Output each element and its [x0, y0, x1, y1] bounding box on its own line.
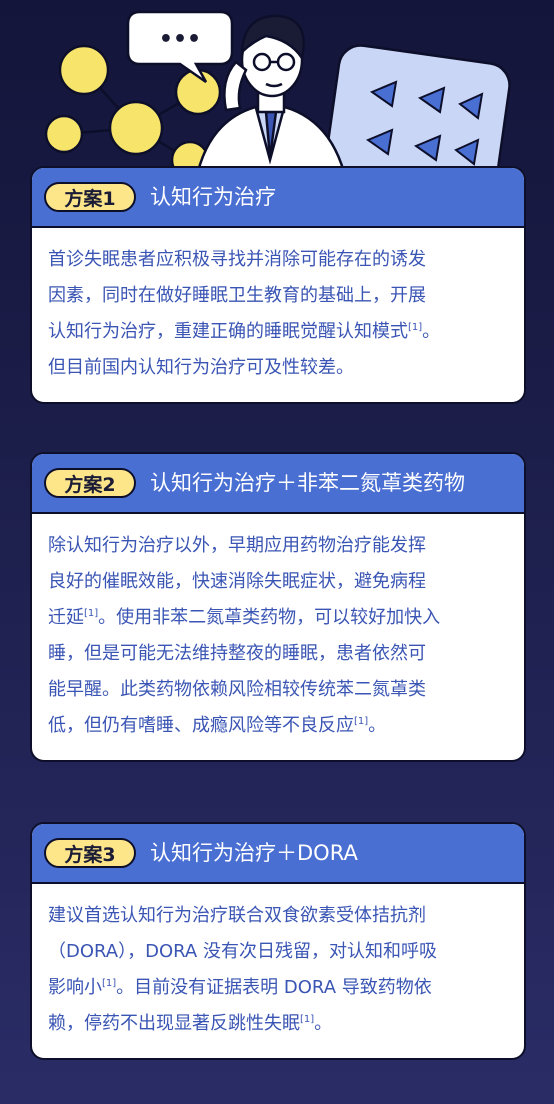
text-line: 除认知行为治疗以外，早期应用药物治疗能发挥 — [48, 535, 426, 556]
plan-card-1: 方案1 认知行为治疗 首诊失眠患者应积极寻找并消除可能存在的诱发 因素，同时在做… — [30, 166, 526, 404]
plan-badge: 方案3 — [44, 838, 136, 868]
plan-description: 建议首选认知行为治疗联合双食欲素受体拮抗剂 （DORA），DORA 没有次日残留… — [32, 884, 524, 1058]
text-line: （DORA），DORA 没有次日残留，对认知和呼吸 — [48, 941, 437, 962]
text-line: 建议首选认知行为治疗联合双食欲素受体拮抗剂 — [48, 905, 426, 926]
header-illustration: ••• — [44, 10, 511, 180]
plan-title: 认知行为治疗 — [150, 185, 276, 209]
speech-bubble-dots: ••• — [159, 27, 201, 52]
plan-badge: 方案2 — [44, 468, 136, 498]
text-line: 赖，停药不出现显著反跳性失眠[1]。 — [48, 1013, 333, 1034]
plan-title: 认知行为治疗＋非苯二氮䓬类药物 — [150, 471, 465, 495]
plan-description: 首诊失眠患者应积极寻找并消除可能存在的诱发 因素，同时在做好睡眠卫生教育的基础上… — [32, 228, 524, 402]
text-line: 能早醒。此类药物依赖风险相较传统苯二氮䓬类 — [48, 679, 426, 700]
plan-card-header: 方案2 认知行为治疗＋非苯二氮䓬类药物 — [32, 454, 524, 514]
reference-marker: [1] — [354, 716, 369, 727]
text-line: 认知行为治疗，重建正确的睡眠觉醒认知模式[1]。 — [48, 321, 441, 342]
text-line: 良好的催眠效能，快速消除失眠症状，避免病程 — [48, 571, 426, 592]
text-line: 首诊失眠患者应积极寻找并消除可能存在的诱发 — [48, 249, 426, 270]
plan-card-3: 方案3 认知行为治疗＋DORA 建议首选认知行为治疗联合双食欲素受体拮抗剂 （D… — [30, 822, 526, 1060]
plan-description: 除认知行为治疗以外，早期应用药物治疗能发挥 良好的催眠效能，快速消除失眠症状，避… — [32, 514, 524, 760]
speech-bubble-icon: ••• — [126, 10, 234, 84]
plan-card-header: 方案1 认知行为治疗 — [32, 168, 524, 228]
reference-marker: [1] — [408, 322, 423, 333]
plan-title: 认知行为治疗＋DORA — [150, 841, 358, 865]
plan-card-header: 方案3 认知行为治疗＋DORA — [32, 824, 524, 884]
text-line: 迁延[1]。使用非苯二氮䓬类药物，可以较好加快入 — [48, 607, 441, 628]
reference-marker: [1] — [102, 978, 117, 989]
reference-marker: [1] — [300, 1014, 315, 1025]
plan-badge: 方案1 — [44, 182, 136, 212]
reference-marker: [1] — [84, 608, 99, 619]
pill-pack-icon — [325, 44, 511, 180]
text-line: 低，但仍有嗜睡、成瘾风险等不良反应[1]。 — [48, 715, 387, 736]
text-line: 睡，但是可能无法维持整夜的睡眠，患者依然可 — [48, 643, 426, 664]
text-line: 影响小[1]。目前没有证据表明 DORA 导致药物依 — [48, 977, 432, 998]
text-line: 但目前国内认知行为治疗可及性较差。 — [48, 357, 354, 378]
text-line: 因素，同时在做好睡眠卫生教育的基础上，开展 — [48, 285, 426, 306]
plan-card-2: 方案2 认知行为治疗＋非苯二氮䓬类药物 除认知行为治疗以外，早期应用药物治疗能发… — [30, 452, 526, 762]
